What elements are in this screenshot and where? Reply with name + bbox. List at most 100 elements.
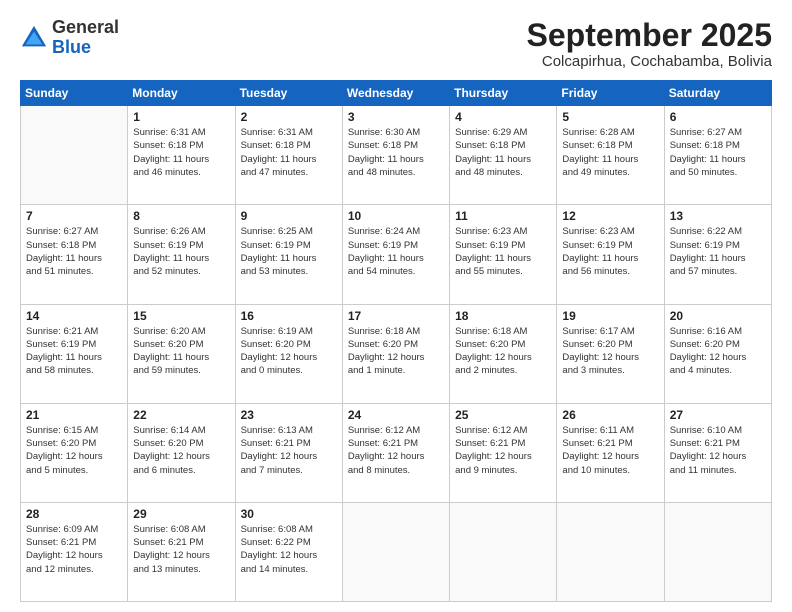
day-number: 21 — [26, 408, 122, 422]
calendar-day-header: Wednesday — [342, 81, 449, 106]
page: General Blue September 2025 Colcapirhua,… — [0, 0, 792, 612]
day-number: 17 — [348, 309, 444, 323]
day-info: Sunrise: 6:26 AM Sunset: 6:19 PM Dayligh… — [133, 225, 229, 278]
calendar-cell: 6Sunrise: 6:27 AM Sunset: 6:18 PM Daylig… — [664, 106, 771, 205]
calendar-cell: 11 Sunrise: 6:23 AM Sunset: 6:19 PM Dayli… — [450, 205, 557, 304]
day-number: 1 — [133, 110, 229, 124]
day-number: 24 — [348, 408, 444, 422]
day-info: Sunrise: 6:12 AM Sunset: 6:21 PM Dayligh… — [348, 424, 444, 477]
calendar-cell: 27 Sunrise: 6:10 AM Sunset: 6:21 PM Dayli… — [664, 403, 771, 502]
calendar-cell: 8Sunrise: 6:26 AM Sunset: 6:19 PM Daylig… — [128, 205, 235, 304]
day-number: 15 — [133, 309, 229, 323]
calendar-cell: 22 Sunrise: 6:14 AM Sunset: 6:20 PM Dayli… — [128, 403, 235, 502]
calendar-cell: 26 Sunrise: 6:11 AM Sunset: 6:21 PM Dayli… — [557, 403, 664, 502]
calendar-day-header: Monday — [128, 81, 235, 106]
day-number: 23 — [241, 408, 337, 422]
day-number: 5 — [562, 110, 658, 124]
calendar-cell: 21Sunrise: 6:15 AM Sunset: 6:20 PM Dayli… — [21, 403, 128, 502]
calendar-cell: 23 Sunrise: 6:13 AM Sunset: 6:21 PM Dayli… — [235, 403, 342, 502]
day-info: Sunrise: 6:27 AM Sunset: 6:18 PM Dayligh… — [26, 225, 122, 278]
day-number: 30 — [241, 507, 337, 521]
day-number: 27 — [670, 408, 766, 422]
day-info: Sunrise: 6:23 AM Sunset: 6:19 PM Dayligh… — [562, 225, 658, 278]
calendar-day-header: Saturday — [664, 81, 771, 106]
day-info: Sunrise: 6:22 AM Sunset: 6:19 PM Dayligh… — [670, 225, 766, 278]
calendar-cell: 20 Sunrise: 6:16 AM Sunset: 6:20 PM Dayli… — [664, 304, 771, 403]
calendar-day-header: Thursday — [450, 81, 557, 106]
calendar-cell: 1Sunrise: 6:31 AM Sunset: 6:18 PM Daylig… — [128, 106, 235, 205]
day-info: Sunrise: 6:12 AM Sunset: 6:21 PM Dayligh… — [455, 424, 551, 477]
day-info: Sunrise: 6:30 AM Sunset: 6:18 PM Dayligh… — [348, 126, 444, 179]
calendar-cell: 28 Sunrise: 6:09 AM Sunset: 6:21 PM Dayli… — [21, 502, 128, 601]
day-number: 9 — [241, 209, 337, 223]
day-info: Sunrise: 6:28 AM Sunset: 6:18 PM Dayligh… — [562, 126, 658, 179]
logo-blue: Blue — [52, 37, 91, 57]
calendar-cell: 16 Sunrise: 6:19 AM Sunset: 6:20 PM Dayli… — [235, 304, 342, 403]
header: General Blue September 2025 Colcapirhua,… — [20, 18, 772, 70]
day-number: 22 — [133, 408, 229, 422]
logo: General Blue — [20, 18, 119, 58]
calendar-cell: 29 Sunrise: 6:08 AM Sunset: 6:21 PM Dayli… — [128, 502, 235, 601]
day-number: 2 — [241, 110, 337, 124]
day-number: 6 — [670, 110, 766, 124]
title-block: September 2025 Colcapirhua, Cochabamba, … — [527, 18, 772, 70]
day-number: 14 — [26, 309, 122, 323]
day-info: Sunrise: 6:13 AM Sunset: 6:21 PM Dayligh… — [241, 424, 337, 477]
calendar-week-row: 14Sunrise: 6:21 AM Sunset: 6:19 PM Dayli… — [21, 304, 772, 403]
calendar-week-row: 1Sunrise: 6:31 AM Sunset: 6:18 PM Daylig… — [21, 106, 772, 205]
calendar-cell: 2Sunrise: 6:31 AM Sunset: 6:18 PM Daylig… — [235, 106, 342, 205]
calendar-day-header: Sunday — [21, 81, 128, 106]
calendar-cell: 25Sunrise: 6:12 AM Sunset: 6:21 PM Dayli… — [450, 403, 557, 502]
day-info: Sunrise: 6:23 AM Sunset: 6:19 PM Dayligh… — [455, 225, 551, 278]
day-number: 18 — [455, 309, 551, 323]
calendar-day-header: Friday — [557, 81, 664, 106]
day-info: Sunrise: 6:14 AM Sunset: 6:20 PM Dayligh… — [133, 424, 229, 477]
day-info: Sunrise: 6:11 AM Sunset: 6:21 PM Dayligh… — [562, 424, 658, 477]
day-info: Sunrise: 6:09 AM Sunset: 6:21 PM Dayligh… — [26, 523, 122, 576]
day-number: 16 — [241, 309, 337, 323]
calendar-cell: 30 Sunrise: 6:08 AM Sunset: 6:22 PM Dayli… — [235, 502, 342, 601]
day-number: 20 — [670, 309, 766, 323]
day-info: Sunrise: 6:08 AM Sunset: 6:22 PM Dayligh… — [241, 523, 337, 576]
location: Colcapirhua, Cochabamba, Bolivia — [527, 53, 772, 70]
calendar-cell — [342, 502, 449, 601]
calendar-cell: 3Sunrise: 6:30 AM Sunset: 6:18 PM Daylig… — [342, 106, 449, 205]
day-number: 28 — [26, 507, 122, 521]
calendar-cell: 14Sunrise: 6:21 AM Sunset: 6:19 PM Dayli… — [21, 304, 128, 403]
day-number: 26 — [562, 408, 658, 422]
calendar-cell: 13Sunrise: 6:22 AM Sunset: 6:19 PM Dayli… — [664, 205, 771, 304]
day-info: Sunrise: 6:25 AM Sunset: 6:19 PM Dayligh… — [241, 225, 337, 278]
calendar-day-header: Tuesday — [235, 81, 342, 106]
day-info: Sunrise: 6:10 AM Sunset: 6:21 PM Dayligh… — [670, 424, 766, 477]
day-info: Sunrise: 6:18 AM Sunset: 6:20 PM Dayligh… — [348, 325, 444, 378]
day-number: 19 — [562, 309, 658, 323]
calendar-cell — [450, 502, 557, 601]
calendar-cell — [664, 502, 771, 601]
calendar-cell: 17 Sunrise: 6:18 AM Sunset: 6:20 PM Dayli… — [342, 304, 449, 403]
calendar-table: SundayMondayTuesdayWednesdayThursdayFrid… — [20, 80, 772, 602]
day-info: Sunrise: 6:19 AM Sunset: 6:20 PM Dayligh… — [241, 325, 337, 378]
calendar-cell: 19 Sunrise: 6:17 AM Sunset: 6:20 PM Dayli… — [557, 304, 664, 403]
calendar-cell — [557, 502, 664, 601]
day-number: 7 — [26, 209, 122, 223]
calendar-cell: 5 Sunrise: 6:28 AM Sunset: 6:18 PM Daylig… — [557, 106, 664, 205]
calendar-cell — [21, 106, 128, 205]
calendar-cell: 10Sunrise: 6:24 AM Sunset: 6:19 PM Dayli… — [342, 205, 449, 304]
day-info: Sunrise: 6:16 AM Sunset: 6:20 PM Dayligh… — [670, 325, 766, 378]
day-number: 29 — [133, 507, 229, 521]
day-info: Sunrise: 6:29 AM Sunset: 6:18 PM Dayligh… — [455, 126, 551, 179]
calendar-cell: 7 Sunrise: 6:27 AM Sunset: 6:18 PM Daylig… — [21, 205, 128, 304]
day-info: Sunrise: 6:17 AM Sunset: 6:20 PM Dayligh… — [562, 325, 658, 378]
day-info: Sunrise: 6:18 AM Sunset: 6:20 PM Dayligh… — [455, 325, 551, 378]
calendar-week-row: 7 Sunrise: 6:27 AM Sunset: 6:18 PM Daylig… — [21, 205, 772, 304]
logo-general: General — [52, 17, 119, 37]
calendar-cell: 15 Sunrise: 6:20 AM Sunset: 6:20 PM Dayli… — [128, 304, 235, 403]
calendar-cell: 4 Sunrise: 6:29 AM Sunset: 6:18 PM Daylig… — [450, 106, 557, 205]
day-info: Sunrise: 6:20 AM Sunset: 6:20 PM Dayligh… — [133, 325, 229, 378]
calendar-week-row: 28 Sunrise: 6:09 AM Sunset: 6:21 PM Dayli… — [21, 502, 772, 601]
day-number: 4 — [455, 110, 551, 124]
calendar-cell: 12Sunrise: 6:23 AM Sunset: 6:19 PM Dayli… — [557, 205, 664, 304]
day-number: 11 — [455, 209, 551, 223]
day-info: Sunrise: 6:08 AM Sunset: 6:21 PM Dayligh… — [133, 523, 229, 576]
day-number: 10 — [348, 209, 444, 223]
